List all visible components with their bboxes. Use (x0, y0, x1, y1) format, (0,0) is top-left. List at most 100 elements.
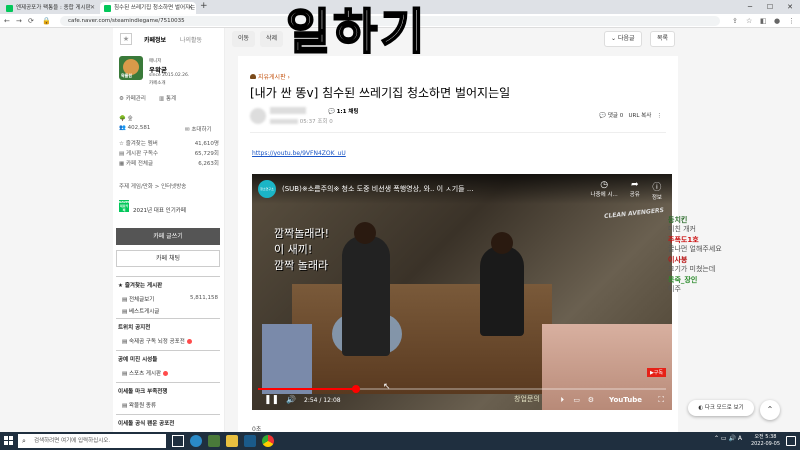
video-person-head (354, 222, 376, 244)
video-person-head (491, 232, 513, 254)
author-avatar[interactable] (250, 108, 266, 124)
favorite-boards-section: ★ 즐겨찾는 게시판 ▤ 전체글보기 5,811,158 ▤ 베스트게시글 (116, 276, 220, 317)
post-category[interactable]: 지유게시판 › (250, 72, 290, 81)
cafe-manage-link[interactable]: ⚙ 카페관리 (119, 94, 146, 102)
move-button[interactable]: 이동 (232, 31, 256, 47)
watch-later-button[interactable]: ◷ 나중에 시... (591, 180, 618, 201)
autoplay-icon[interactable]: ⏵ (561, 396, 565, 405)
tab-my-activity[interactable]: 나의활동 (180, 35, 202, 44)
youtube-logo[interactable]: YouTube (609, 396, 642, 404)
post-actions: 💬 댓글 0 URL 복사 ⋮ (599, 111, 662, 119)
minecraft-icon[interactable] (208, 435, 220, 447)
cafe-chat-button[interactable]: 카페 채팅 (116, 250, 220, 267)
video-top-actions: ◷ 나중에 시... ➦ 공유 ⓘ 정보 (591, 180, 662, 201)
since-date: since 2015.02.26. (149, 73, 190, 78)
channel-avatar[interactable]: 청소연구소 (258, 180, 276, 198)
tab-1[interactable]: 엔제공포가 팩통을 : 종합 게시판 ✕ (2, 2, 98, 14)
comment-count[interactable]: 댓글 0 (608, 113, 623, 119)
captions-icon[interactable]: ▭ (573, 396, 580, 404)
chat-message: 크기가 미쳤는데 (668, 265, 716, 273)
volume-icon[interactable]: 🔊 (286, 395, 296, 404)
profile-icon[interactable]: ● (774, 15, 780, 27)
menu-header[interactable]: 공예 미진 시성들 (116, 351, 220, 367)
post-meta: 05:37 조회 0 (270, 117, 333, 125)
fullscreen-icon[interactable]: ⛶ (658, 395, 664, 405)
author-name[interactable] (270, 107, 306, 114)
info-button[interactable]: ⓘ 정보 (652, 180, 662, 201)
stats-link[interactable]: ▥ 통계 (159, 94, 176, 102)
copy-url-button[interactable]: URL 복사 (628, 113, 651, 119)
cafe-intro-link[interactable]: 카페소개 (149, 80, 166, 86)
divider (250, 132, 666, 133)
subscribe-badge[interactable]: ▶구독 (646, 368, 666, 377)
cafe-logo-text: 왁물원 (121, 73, 133, 78)
progress-bar[interactable] (258, 385, 666, 393)
tab-2[interactable]: 침수된 쓰레기집 청소하면 벌어지는 ✕ (100, 2, 196, 14)
favorite-star-icon[interactable]: ★ (120, 33, 132, 45)
menu-header[interactable]: 이세돌 마크 부족전쟁 (116, 383, 220, 399)
chat-username: 주폭도1호 (668, 236, 699, 244)
app-icon[interactable] (244, 435, 256, 447)
scroll-top-button[interactable]: ⌃ (760, 400, 780, 420)
minimize-icon[interactable]: ─ (740, 0, 760, 14)
share-arrow-icon: ➦ (631, 180, 639, 190)
settings-gear-icon[interactable]: ⚙ (588, 396, 594, 404)
board-item[interactable]: ▤ 숙제곰 구독 뇌정 공포전 (116, 335, 220, 347)
task-view-icon[interactable] (172, 435, 184, 447)
mouse-cursor-icon: ↖ (383, 382, 391, 392)
rank-text[interactable]: 2021년 대표 인기카페 (133, 206, 186, 214)
video-title[interactable]: (SUB)※소름주의※ 청소 도중 비선생 폭행영상, 와.. 이 ㅅ기들 ..… (282, 184, 474, 194)
notification-icon[interactable] (786, 436, 796, 446)
favorite-boards-header[interactable]: ★ 즐겨찾는 게시판 (116, 277, 220, 293)
cafe-theme[interactable]: 주제 게임/만화 > 인터넷방송 (119, 182, 186, 190)
close-tab-icon[interactable]: ✕ (188, 2, 193, 14)
windows-start-icon[interactable] (4, 436, 14, 446)
back-icon[interactable]: ← (4, 15, 10, 27)
reload-icon[interactable]: ⟳ (28, 15, 34, 27)
extensions-icon[interactable]: ◧ (760, 15, 767, 27)
menu-header[interactable]: 트위치 공지천 (116, 319, 220, 335)
windows-taskbar: ⌕ 검색하려면 여기에 입력하십시오. ⌃ ▭ 🔊 A 오전 5:38 2022… (0, 432, 800, 450)
share-icon[interactable]: ⇪ (732, 15, 738, 27)
youtube-player[interactable]: 깜짝놀래라! 이 새끼! 깜짝 놀래라 청소연구소 (SUB)※소름주의※ 청소… (252, 174, 672, 410)
taskbar-search-input[interactable]: ⌕ 검색하려면 여기에 입력하십시오. (18, 434, 166, 448)
system-tray[interactable]: ⌃ ▭ 🔊 A (714, 435, 742, 442)
share-button[interactable]: ➦ 공유 (630, 180, 640, 201)
delete-button[interactable]: 삭제 (260, 31, 284, 47)
close-window-icon[interactable]: ✕ (780, 0, 800, 14)
menu-header[interactable]: 이세돌 공식 팬운 공포전 (116, 415, 220, 431)
clock-icon: ◷ (600, 180, 609, 190)
edge-icon[interactable] (190, 435, 202, 447)
dark-mode-button[interactable]: ◐ 다크 모드로 보기 (688, 400, 754, 416)
menu-dots-icon[interactable]: ⋮ (788, 15, 795, 27)
invite-link[interactable]: ✉ 초대하기 (185, 125, 212, 133)
new-tab-icon[interactable]: + (200, 1, 208, 11)
member-count[interactable]: 👥 402,581 (119, 125, 150, 131)
maximize-icon[interactable]: ☐ (760, 0, 780, 14)
youtube-link[interactable]: https://youtu.be/9VFN4ZOK_uU (252, 150, 346, 157)
chrome-icon[interactable] (262, 435, 274, 447)
more-icon[interactable]: ⋮ (657, 113, 663, 119)
board-item[interactable]: ▤ 스포츠 게시판 (116, 367, 220, 379)
taskbar-clock[interactable]: 오전 5:38 2022-09-05 (751, 434, 780, 448)
grade-badge: 🌳 숲 (119, 116, 133, 122)
article-area: 이동 삭제 ⌄ 다음글 목록 지유게시판 › [내가 싼 똥ⅴ] 침수된 쓰레기… (230, 28, 684, 433)
chat-message: 이주 (668, 285, 681, 293)
chat-link[interactable]: 💬 1:1 채팅 (328, 107, 359, 115)
tab-cafe-info[interactable]: 카페정보 (144, 35, 166, 44)
search-icon: ⌕ (22, 437, 26, 445)
folder-icon[interactable] (226, 435, 238, 447)
close-tab-icon[interactable]: ✕ (90, 2, 95, 14)
cafe-logo[interactable]: 왁물원 (119, 56, 143, 80)
comment-icon[interactable]: 💬 (599, 113, 606, 119)
video-sofa (262, 324, 312, 394)
forward-icon[interactable]: → (16, 15, 22, 27)
next-post-button[interactable]: ⌄ 다음글 (604, 31, 642, 47)
pause-icon[interactable]: ❚❚ (264, 395, 279, 405)
cafe-write-button[interactable]: 카페 글쓰기 (116, 228, 220, 245)
board-item[interactable]: ▤ 왁물원 종류 (116, 399, 220, 411)
board-item[interactable]: ▤ 전체글보기 5,811,158 (116, 293, 220, 305)
bookmark-star-icon[interactable]: ☆ (746, 15, 752, 27)
board-item[interactable]: ▤ 베스트게시글 (116, 305, 220, 317)
list-button[interactable]: 목록 (650, 31, 676, 47)
